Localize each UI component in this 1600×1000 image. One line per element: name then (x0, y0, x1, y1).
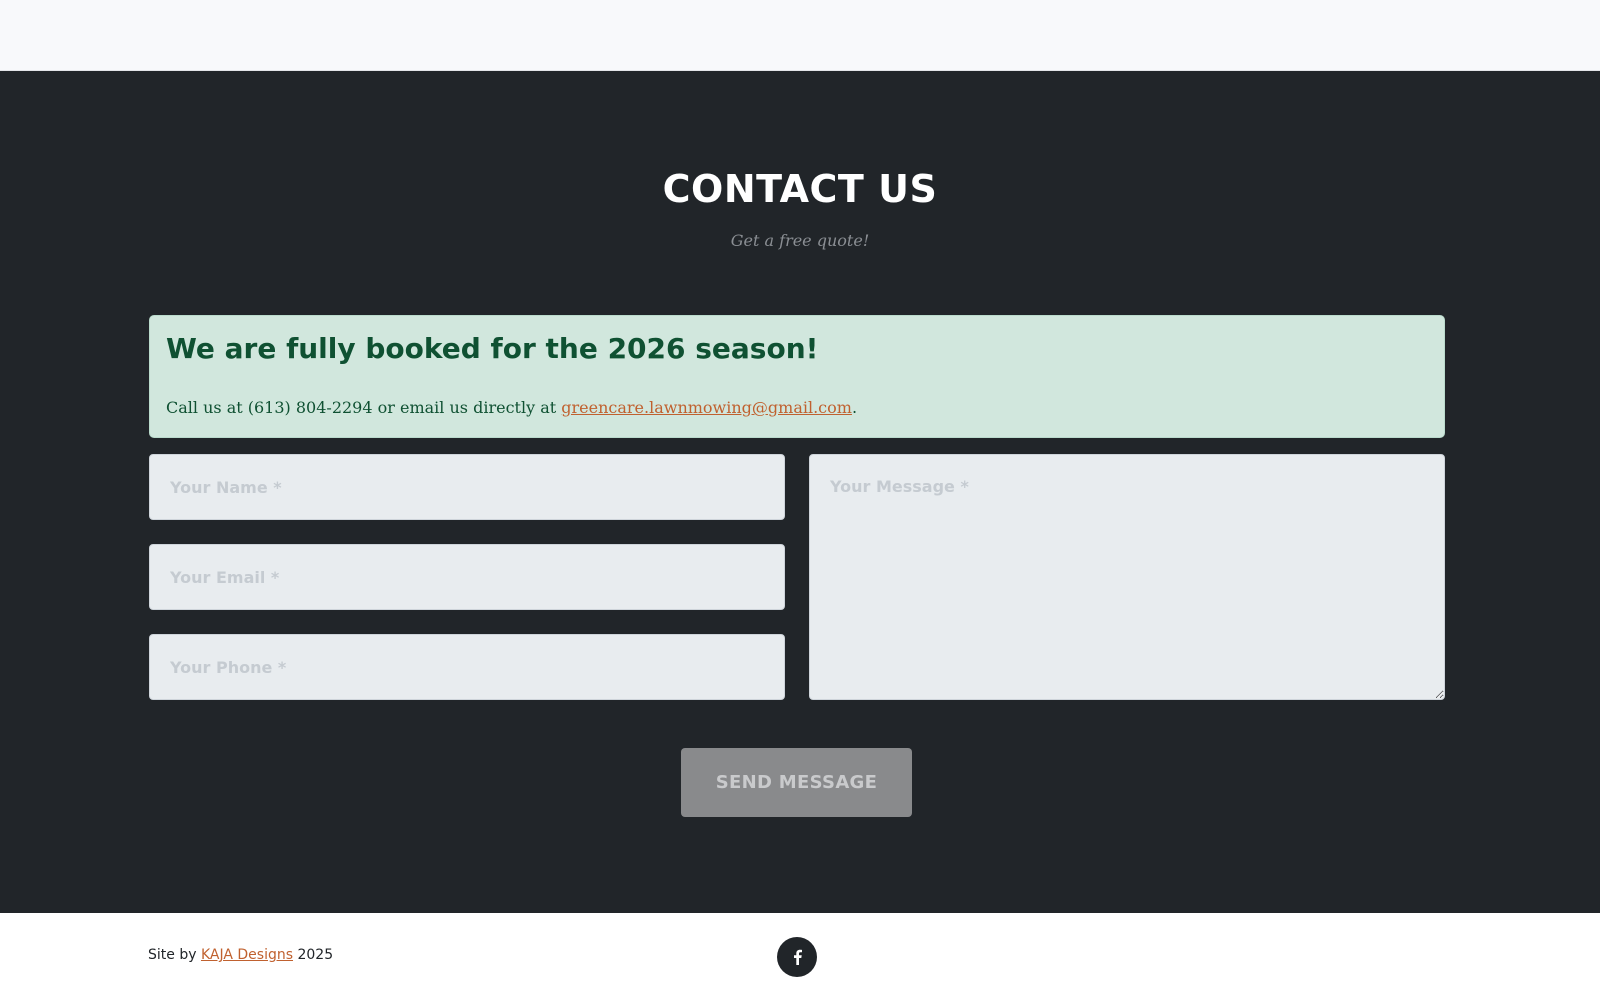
footer-credit: Site by KAJA Designs 2025 (148, 947, 333, 963)
alert-text-before: Call us at (613) 804-2294 or email us di… (166, 398, 562, 417)
facebook-icon (793, 949, 802, 965)
alert-text: Call us at (613) 804-2294 or email us di… (166, 398, 857, 417)
facebook-button[interactable] (777, 937, 817, 977)
kaja-designs-link[interactable]: KAJA Designs (201, 947, 293, 963)
footer-prefix: Site by (148, 947, 201, 963)
section-title: CONTACT US (662, 167, 938, 211)
message-textarea[interactable] (809, 454, 1445, 700)
phone-input[interactable] (149, 634, 785, 700)
alert-text-after: . (851, 398, 858, 417)
top-nav-strip (0, 0, 1600, 71)
send-message-button[interactable]: SEND MESSAGE (681, 748, 912, 817)
name-input[interactable] (149, 454, 785, 520)
booking-alert: We are fully booked for the 2026 season!… (149, 315, 1445, 438)
email-link[interactable]: greencare.lawnmowing@gmail.com (561, 398, 852, 417)
section-subtitle: Get a free quote! (730, 231, 870, 250)
footer-year: 2025 (293, 947, 334, 963)
alert-heading: We are fully booked for the 2026 season! (166, 332, 819, 365)
email-input[interactable] (149, 544, 785, 610)
